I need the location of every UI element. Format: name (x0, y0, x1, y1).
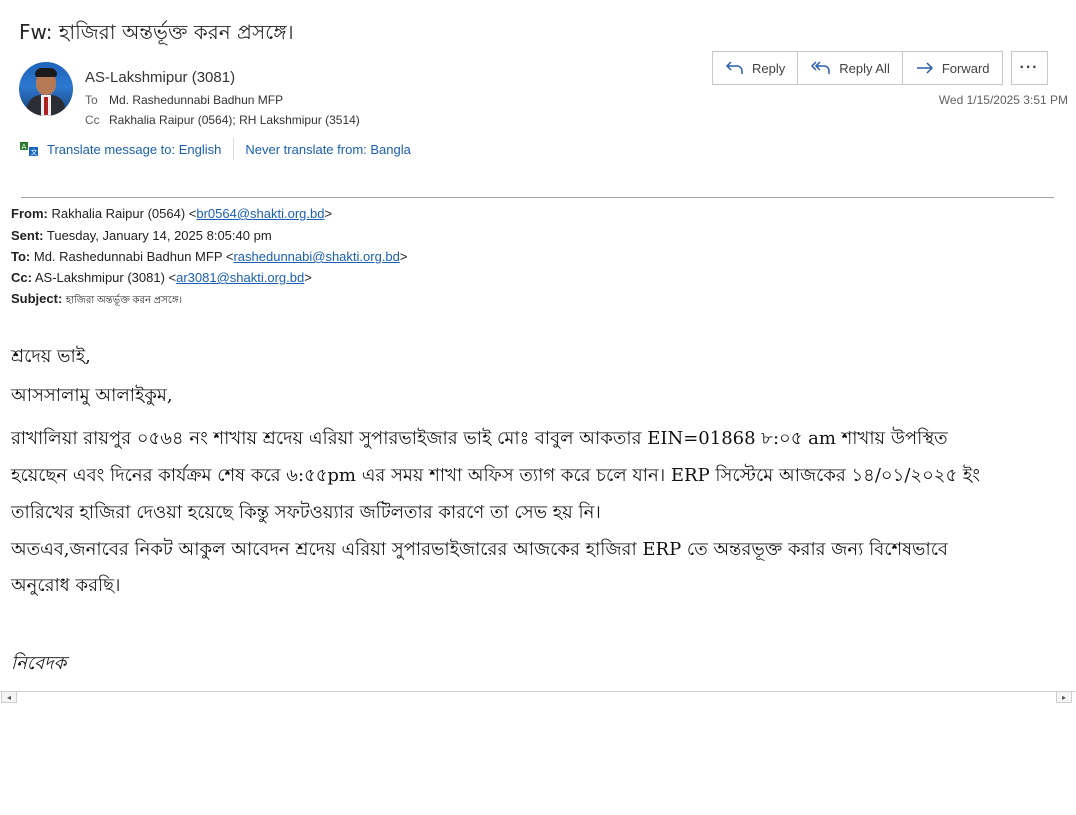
fwd-to-email-link[interactable]: rashedunnabi@shakti.org.bd (233, 249, 399, 264)
forward-icon (916, 62, 933, 74)
reply-all-button[interactable]: Reply All (797, 51, 903, 85)
translate-bar: A 文 Translate message to: English Never … (19, 138, 411, 160)
reply-all-icon (811, 61, 830, 74)
to-recipient[interactable]: Md. Rashedunnabi Badhun MFP (109, 93, 283, 107)
divider (21, 197, 1054, 198)
translate-link[interactable]: Translate message to: English (47, 142, 221, 157)
svg-text:文: 文 (31, 148, 38, 157)
fwd-sent-label: Sent: (11, 228, 44, 243)
reply-label: Reply (752, 60, 786, 76)
fwd-from-email-link[interactable]: br0564@shakti.org.bd (196, 206, 324, 221)
fwd-from-label: From: (11, 206, 48, 221)
separator (233, 138, 235, 160)
fwd-cc-label: Cc: (11, 270, 32, 285)
received-date: Wed 1/15/2025 3:51 PM (938, 93, 1068, 107)
more-icon: ··· (1019, 59, 1039, 76)
blank-area (0, 703, 1076, 815)
scroll-right-icon[interactable]: ▸ (1056, 691, 1072, 703)
to-line: To Md. Rashedunnabi Badhun MFP (85, 93, 283, 107)
fwd-cc-email-link[interactable]: ar3081@shakti.org.bd (176, 270, 304, 285)
fwd-to-name: Md. Rashedunnabi Badhun MFP < (33, 249, 234, 264)
fwd-subject: Subject: হাজিরা অন্তর্ভূক্ত করন প্রসঙ্গে… (11, 291, 182, 310)
never-translate-link[interactable]: Never translate from: Bangla (245, 142, 410, 157)
action-toolbar: Reply Reply All Forward ··· (712, 51, 1048, 85)
fwd-sent: Sent: Tuesday, January 14, 2025 8:05:40 … (11, 228, 272, 243)
body-paragraph-line2: হয়েছেন এবং দিনের কার্যক্রম শেষ করে ৬:৫৫… (11, 465, 981, 486)
cc-label: Cc (85, 113, 100, 127)
fwd-cc: Cc: AS-Lakshmipur (3081) <ar3081@shakti.… (11, 270, 312, 285)
fwd-to-end: > (399, 249, 408, 264)
fwd-subject-label: Subject: (11, 291, 63, 306)
reply-all-label: Reply All (839, 60, 890, 76)
more-actions-button[interactable]: ··· (1010, 51, 1048, 85)
body-paragraph-line4: অতএব,জনাবের নিকট আকুল আবেদন শ্রদেয় এরিয… (11, 539, 948, 560)
scroll-left-icon[interactable]: ◂ (1, 691, 17, 703)
forward-button[interactable]: Forward (901, 51, 1003, 85)
cc-line: Cc Rakhalia Raipur (0564); RH Lakshmipur … (85, 113, 360, 127)
body-salam: আসসালামু আলাইকুম, (11, 385, 173, 406)
fwd-to: To: Md. Rashedunnabi Badhun MFP <rashedu… (11, 249, 407, 264)
forward-label: Forward (941, 60, 990, 76)
fwd-from: From: Rakhalia Raipur (0564) <br0564@sha… (11, 206, 332, 221)
reply-icon (725, 61, 743, 74)
fwd-cc-name: AS-Lakshmipur (3081) < (34, 270, 177, 285)
to-label: To (85, 93, 98, 107)
sender-name[interactable]: AS-Lakshmipur (3081) (85, 69, 235, 86)
body-signature: নিবেদক (11, 653, 67, 674)
email-subject: Fw: হাজিরা অন্তর্ভূক্ত করন প্রসঙ্গে। (19, 20, 294, 44)
reply-button[interactable]: Reply (712, 51, 799, 85)
body-paragraph-line3: তারিখের হাজিরা দেওয়া হয়েছে কিন্তু সফটও… (11, 502, 601, 523)
fwd-from-end: > (324, 206, 333, 221)
cc-recipients[interactable]: Rakhalia Raipur (0564); RH Lakshmipur (3… (109, 113, 360, 127)
body-greeting: শ্রদেয় ভাই, (11, 346, 91, 367)
fwd-from-name: Rakhalia Raipur (0564) < (51, 206, 197, 221)
fwd-sent-value: Tuesday, January 14, 2025 8:05:40 pm (46, 228, 272, 243)
body-paragraph-line1: রাখালিয়া রায়পুর ০৫৬৪ নং শাখায় শ্রদেয়… (11, 428, 948, 449)
translate-icon: A 文 (20, 142, 38, 157)
body-paragraph-line5: অনুরোধ করছি। (11, 575, 121, 596)
fwd-subject-value: হাজিরা অন্তর্ভূক্ত করন প্রসঙ্গে। (65, 295, 183, 306)
fwd-cc-end: > (304, 270, 312, 285)
fwd-to-label: To: (11, 249, 31, 264)
svg-text:A: A (22, 143, 27, 151)
horizontal-scrollbar[interactable]: ◂ ▸ (0, 691, 1076, 703)
sender-avatar[interactable] (19, 62, 73, 116)
